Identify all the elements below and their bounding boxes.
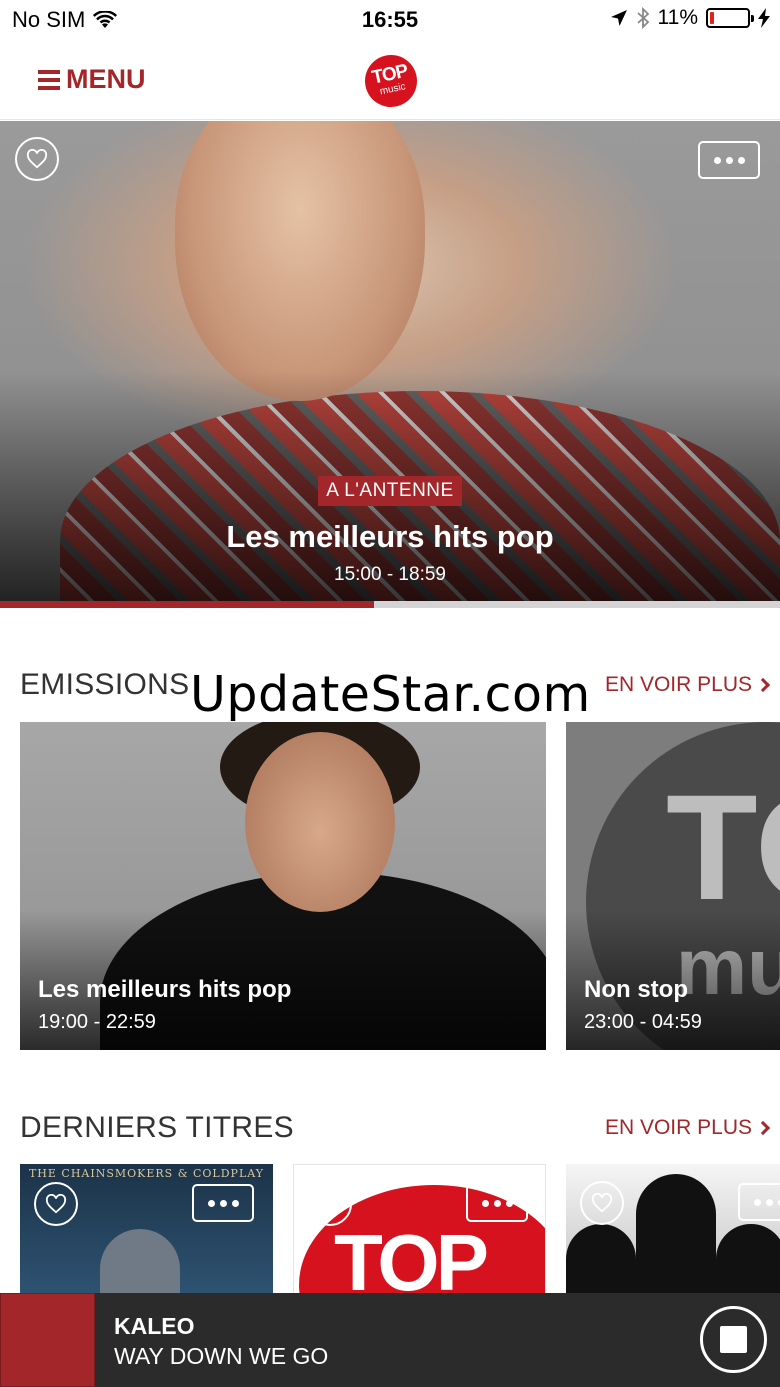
derniers-titres-heading: DERNIERS TITRES xyxy=(20,1111,294,1144)
dot-icon xyxy=(481,1199,489,1207)
album-art-figure xyxy=(716,1224,780,1304)
dot-icon xyxy=(765,1198,773,1206)
hamburger-icon xyxy=(38,69,60,90)
menu-button[interactable]: MENU xyxy=(38,64,146,95)
track-card[interactable]: THE CHAINSMOKERS & COLDPLAY xyxy=(20,1164,273,1304)
on-air-label: A L'ANTENNE xyxy=(318,476,462,506)
see-more-label: EN VOIR PLUS xyxy=(604,1116,752,1139)
chevron-right-icon xyxy=(755,677,771,693)
show-card-title: Non stop xyxy=(584,976,688,1003)
dot-icon xyxy=(725,156,733,164)
emissions-heading: EMISSIONS xyxy=(20,668,190,701)
dot-icon xyxy=(207,1199,215,1207)
charging-bolt-icon xyxy=(758,8,770,28)
show-card-time: 23:00 - 04:59 xyxy=(584,1011,702,1033)
emissions-see-more-link[interactable]: EN VOIR PLUS xyxy=(604,673,771,697)
battery-percent: 11% xyxy=(657,6,698,29)
heart-icon xyxy=(26,149,48,169)
hero-show-title: Les meilleurs hits pop xyxy=(226,519,554,554)
track-card[interactable] xyxy=(566,1164,780,1304)
show-card[interactable]: Les meilleurs hits pop 19:00 - 22:59 xyxy=(20,722,546,1050)
logo-art-text: TO xyxy=(666,763,780,931)
heart-icon xyxy=(319,1194,341,1214)
more-options-button[interactable] xyxy=(698,141,760,179)
on-air-badge: A L'ANTENNE xyxy=(0,476,780,506)
dot-icon xyxy=(219,1199,227,1207)
dot-icon xyxy=(737,156,745,164)
album-art-figure xyxy=(636,1174,716,1304)
heart-icon xyxy=(591,1193,613,1213)
player-artist: KALEO xyxy=(114,1313,195,1339)
see-more-label: EN VOIR PLUS xyxy=(604,673,752,696)
battery-level xyxy=(710,12,714,24)
more-options-button[interactable] xyxy=(466,1184,528,1222)
favorite-button[interactable] xyxy=(580,1181,624,1225)
status-bar: No SIM 16:55 11% xyxy=(0,0,780,40)
hero-show-time: 15:00 - 18:59 xyxy=(334,564,446,585)
album-art-text: TOP xyxy=(334,1218,489,1304)
show-card[interactable]: TO mu Non stop 23:00 - 04:59 xyxy=(566,722,780,1050)
host-photo-face xyxy=(175,121,425,401)
hero-now-playing[interactable]: A L'ANTENNE Les meilleurs hits pop 15:00… xyxy=(0,121,780,601)
player-artwork xyxy=(0,1293,95,1387)
heart-icon xyxy=(45,1194,67,1214)
track-card[interactable]: TOP xyxy=(293,1164,546,1304)
battery-icon xyxy=(706,8,754,28)
chevron-right-icon xyxy=(755,1120,771,1136)
favorite-button[interactable] xyxy=(308,1182,352,1226)
dot-icon xyxy=(753,1198,761,1206)
show-card-time: 19:00 - 22:59 xyxy=(38,1011,156,1033)
favorite-button[interactable] xyxy=(15,137,59,181)
show-card-title: Les meilleurs hits pop xyxy=(38,976,292,1003)
bluetooth-icon xyxy=(636,7,649,29)
derniers-titres-see-more-link[interactable]: EN VOIR PLUS xyxy=(604,1116,771,1140)
stop-icon xyxy=(720,1326,747,1353)
show-progress-fill xyxy=(0,601,375,608)
menu-label: MENU xyxy=(66,64,146,94)
stop-button[interactable] xyxy=(700,1306,767,1373)
location-arrow-icon xyxy=(610,10,627,26)
dot-icon xyxy=(713,156,721,164)
album-art-text: THE CHAINSMOKERS & COLDPLAY xyxy=(28,1167,265,1180)
more-options-button[interactable] xyxy=(192,1184,254,1222)
mini-player[interactable]: KALEO WAY DOWN WE GO xyxy=(0,1293,780,1387)
status-right: 11% xyxy=(610,6,770,30)
watermark: UpdateStar.com xyxy=(190,666,591,723)
dot-icon xyxy=(231,1199,239,1207)
dot-icon xyxy=(505,1199,513,1207)
album-art-figure xyxy=(566,1224,636,1304)
favorite-button[interactable] xyxy=(34,1182,78,1226)
top-music-logo[interactable]: TOP music xyxy=(360,50,422,112)
more-options-button[interactable] xyxy=(738,1183,780,1221)
player-track-title: WAY DOWN WE GO xyxy=(114,1343,329,1369)
dot-icon xyxy=(493,1199,501,1207)
show-progress-bar xyxy=(0,601,780,608)
host-photo-face xyxy=(245,732,395,912)
nav-bar: MENU TOP music xyxy=(0,40,780,120)
